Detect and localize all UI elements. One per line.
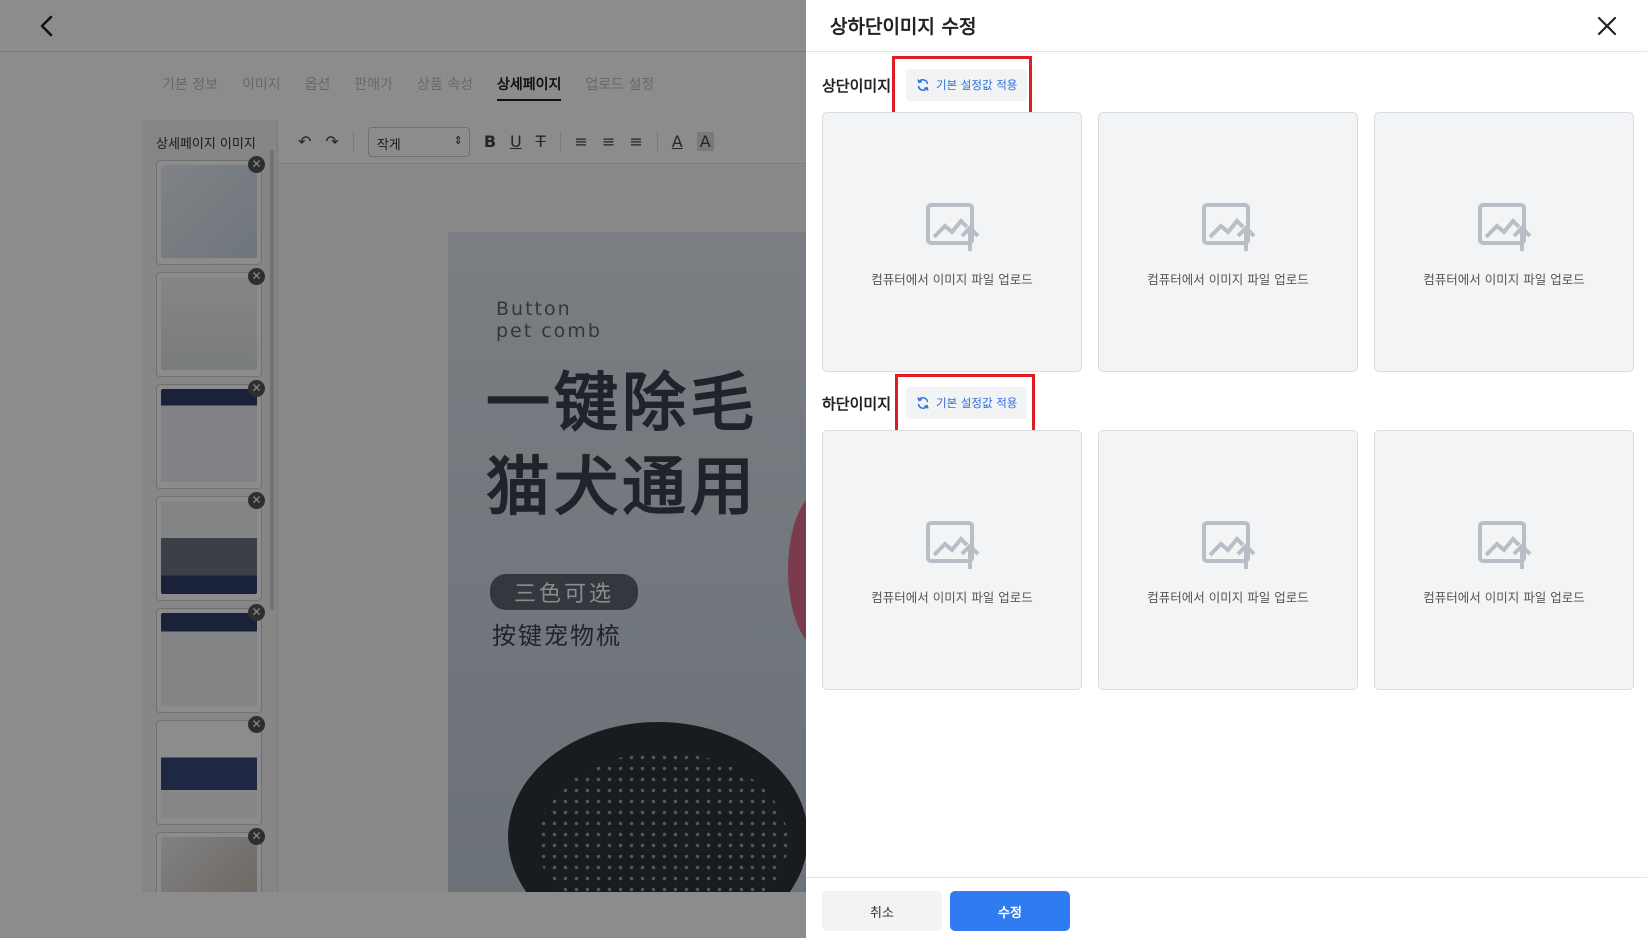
top-bottom-image-drawer: 상하단이미지 수정 상단이미지 기본 설정값 적용 컴퓨터에서 이미지 파일 업… [806,0,1647,938]
upload-slot-text: 컴퓨터에서 이미지 파일 업로드 [871,272,1033,287]
drawer-footer: 취소 수정 [806,877,1647,938]
drawer-header: 상하단이미지 수정 [806,0,1647,52]
highlight-box [895,374,1035,434]
top-upload-slot-1[interactable]: 컴퓨터에서 이미지 파일 업로드 [822,112,1082,372]
upload-slot-text: 컴퓨터에서 이미지 파일 업로드 [871,590,1033,605]
image-upload-icon [1202,521,1256,569]
image-upload-icon [1478,203,1532,251]
close-icon[interactable] [1593,12,1621,40]
top-upload-slot-2[interactable]: 컴퓨터에서 이미지 파일 업로드 [1098,112,1358,372]
cancel-button[interactable]: 취소 [822,891,942,931]
image-upload-icon [1202,203,1256,251]
bottom-upload-slot-1[interactable]: 컴퓨터에서 이미지 파일 업로드 [822,430,1082,690]
upload-slot-text: 컴퓨터에서 이미지 파일 업로드 [1423,272,1585,287]
drawer-title: 상하단이미지 수정 [830,16,977,38]
image-upload-icon [1478,521,1532,569]
upload-slot-text: 컴퓨터에서 이미지 파일 업로드 [1423,590,1585,605]
top-upload-slot-3[interactable]: 컴퓨터에서 이미지 파일 업로드 [1374,112,1634,372]
highlight-box [892,56,1032,116]
modal-backdrop[interactable] [0,0,806,938]
image-upload-icon [926,521,980,569]
upload-slot-text: 컴퓨터에서 이미지 파일 업로드 [1147,590,1309,605]
upload-slot-text: 컴퓨터에서 이미지 파일 업로드 [1147,272,1309,287]
bottom-upload-slot-2[interactable]: 컴퓨터에서 이미지 파일 업로드 [1098,430,1358,690]
top-image-section-label: 상단이미지 [822,77,892,95]
bottom-upload-slot-3[interactable]: 컴퓨터에서 이미지 파일 업로드 [1374,430,1634,690]
submit-button[interactable]: 수정 [950,891,1070,931]
image-upload-icon [926,203,980,251]
bottom-image-section-label: 하단이미지 [822,395,892,413]
